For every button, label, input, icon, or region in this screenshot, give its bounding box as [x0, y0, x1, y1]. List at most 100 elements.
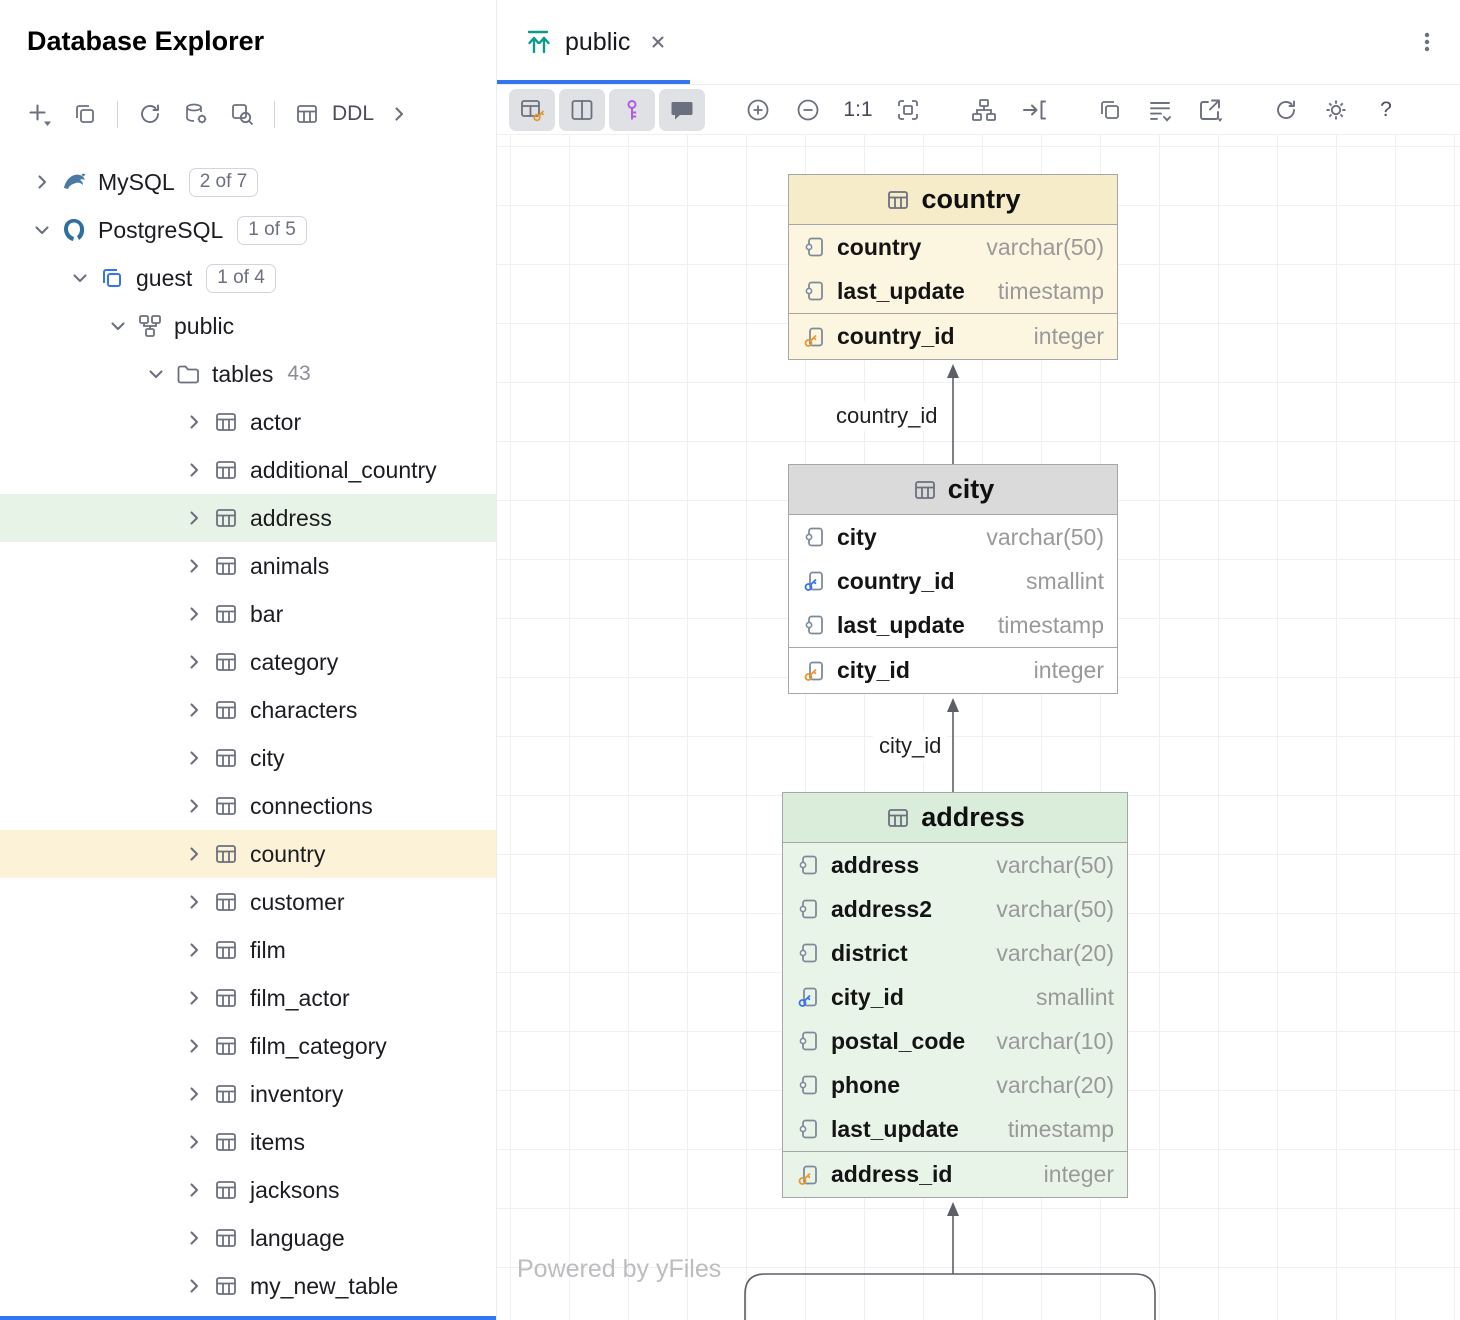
tree-item-characters[interactable]: characters	[0, 686, 496, 734]
chevron-right-icon[interactable]	[178, 794, 210, 818]
show-comments-button[interactable]	[659, 89, 705, 131]
refresh-button[interactable]	[127, 92, 173, 136]
chevron-right-icon[interactable]	[178, 1034, 210, 1058]
table-header[interactable]: country	[789, 175, 1117, 225]
diagram-table-address[interactable]: addressaddressvarchar(50)address2varchar…	[782, 792, 1128, 1198]
column-row-district[interactable]: districtvarchar(20)	[783, 931, 1127, 975]
table-header[interactable]: city	[789, 465, 1117, 515]
diagram-settings-button[interactable]	[1313, 89, 1359, 131]
chevron-down-icon[interactable]	[140, 362, 172, 386]
column-row-country_id[interactable]: country_idsmallint	[789, 559, 1117, 603]
chevron-right-icon[interactable]	[178, 602, 210, 626]
data-source-properties-button[interactable]	[173, 92, 219, 136]
tree-item-guest[interactable]: guest1 of 4	[0, 254, 496, 302]
chevron-down-icon[interactable]	[26, 218, 58, 242]
apply-layout-button[interactable]	[961, 89, 1007, 131]
edge-bundle[interactable]	[745, 1274, 1155, 1320]
find-data-source-button[interactable]	[219, 92, 265, 136]
ddl-button[interactable]: DDL	[330, 92, 376, 136]
tree-item-jacksons[interactable]: jacksons	[0, 1166, 496, 1214]
copy-diagram-button[interactable]	[1087, 89, 1133, 131]
chevron-right-icon[interactable]	[178, 938, 210, 962]
show-contents-button[interactable]	[1137, 89, 1183, 131]
more-toolbar-button[interactable]	[376, 92, 422, 136]
tree-item-additional_country[interactable]: additional_country	[0, 446, 496, 494]
chevron-right-icon[interactable]	[178, 1082, 210, 1106]
column-row-last_update[interactable]: last_updatetimestamp	[789, 269, 1117, 313]
column-row-country[interactable]: countryvarchar(50)	[789, 225, 1117, 269]
column-row-last_update[interactable]: last_updatetimestamp	[783, 1107, 1127, 1151]
tree-item-inventory[interactable]: inventory	[0, 1070, 496, 1118]
tree-item-language[interactable]: language	[0, 1214, 496, 1262]
tree-item-tables[interactable]: tables43	[0, 350, 496, 398]
show-columns-button[interactable]	[559, 89, 605, 131]
column-row-postal_code[interactable]: postal_codevarchar(10)	[783, 1019, 1127, 1063]
tree-item-MySQL[interactable]: MySQL2 of 7	[0, 158, 496, 206]
edge-label-country-id[interactable]: country_id	[830, 401, 944, 431]
tree-item-bar[interactable]: bar	[0, 590, 496, 638]
chevron-right-icon[interactable]	[178, 1226, 210, 1250]
duplicate-button[interactable]	[62, 92, 108, 136]
chevron-right-icon[interactable]	[178, 986, 210, 1010]
sidebar-scrollbar[interactable]	[0, 1316, 496, 1320]
column-row-country_id[interactable]: country_idinteger	[789, 313, 1117, 359]
tree-item-film_category[interactable]: film_category	[0, 1022, 496, 1070]
edge-label-city-id[interactable]: city_id	[873, 731, 947, 761]
chevron-right-icon[interactable]	[178, 506, 210, 530]
diagram-table-city[interactable]: citycityvarchar(50)country_idsmallintlas…	[788, 464, 1118, 694]
show-keys-button[interactable]	[609, 89, 655, 131]
chevron-right-icon[interactable]	[178, 746, 210, 770]
chevron-right-icon[interactable]	[26, 170, 58, 194]
column-row-last_update[interactable]: last_updatetimestamp	[789, 603, 1117, 647]
chevron-right-icon[interactable]	[178, 842, 210, 866]
tree-item-connections[interactable]: connections	[0, 782, 496, 830]
tree-item-actor[interactable]: actor	[0, 398, 496, 446]
zoom-out-button[interactable]	[785, 89, 831, 131]
tab-public[interactable]: public	[497, 0, 690, 84]
tree-item-film[interactable]: film	[0, 926, 496, 974]
chevron-down-icon[interactable]	[102, 314, 134, 338]
tree-item-PostgreSQL[interactable]: PostgreSQL1 of 5	[0, 206, 496, 254]
chevron-right-icon[interactable]	[178, 650, 210, 674]
chevron-down-icon[interactable]	[64, 266, 96, 290]
chevron-right-icon[interactable]	[178, 410, 210, 434]
tree-item-my_new_table[interactable]: my_new_table	[0, 1262, 496, 1310]
add-data-source-button[interactable]	[16, 92, 62, 136]
table-header[interactable]: address	[783, 793, 1127, 843]
tree-item-animals[interactable]: animals	[0, 542, 496, 590]
zoom-in-button[interactable]	[735, 89, 781, 131]
chevron-right-icon[interactable]	[178, 698, 210, 722]
chevron-right-icon[interactable]	[178, 1274, 210, 1298]
column-row-city_id[interactable]: city_idsmallint	[783, 975, 1127, 1019]
more-options-button[interactable]	[1414, 29, 1440, 55]
column-row-city_id[interactable]: city_idinteger	[789, 647, 1117, 693]
column-row-city[interactable]: cityvarchar(50)	[789, 515, 1117, 559]
tree-item-address[interactable]: address	[0, 494, 496, 542]
tree-item-category[interactable]: category	[0, 638, 496, 686]
tree-item-items[interactable]: items	[0, 1118, 496, 1166]
tree-item-country[interactable]: country	[0, 830, 496, 878]
close-tab-icon[interactable]	[646, 30, 670, 54]
actual-size-button[interactable]: 1:1	[835, 89, 881, 131]
chevron-right-icon[interactable]	[178, 554, 210, 578]
export-diagram-button[interactable]	[1187, 89, 1233, 131]
table-view-button[interactable]	[284, 92, 330, 136]
help-button[interactable]: ?	[1363, 89, 1409, 131]
tree-item-film_actor[interactable]: film_actor	[0, 974, 496, 1022]
tree-item-city[interactable]: city	[0, 734, 496, 782]
route-edges-button[interactable]	[1011, 89, 1057, 131]
column-row-address[interactable]: addressvarchar(50)	[783, 843, 1127, 887]
fit-content-button[interactable]	[885, 89, 931, 131]
diagram-canvas[interactable]: country_id city_id countrycountryvarchar…	[497, 135, 1460, 1320]
chevron-right-icon[interactable]	[178, 1178, 210, 1202]
chevron-right-icon[interactable]	[178, 890, 210, 914]
column-row-phone[interactable]: phonevarchar(20)	[783, 1063, 1127, 1107]
refresh-diagram-button[interactable]	[1263, 89, 1309, 131]
diagram-table-country[interactable]: countrycountryvarchar(50)last_updatetime…	[788, 174, 1118, 360]
chevron-right-icon[interactable]	[178, 1130, 210, 1154]
chevron-right-icon[interactable]	[178, 458, 210, 482]
tree-item-customer[interactable]: customer	[0, 878, 496, 926]
show-key-columns-button[interactable]	[509, 89, 555, 131]
column-row-address_id[interactable]: address_idinteger	[783, 1151, 1127, 1197]
column-row-address2[interactable]: address2varchar(50)	[783, 887, 1127, 931]
